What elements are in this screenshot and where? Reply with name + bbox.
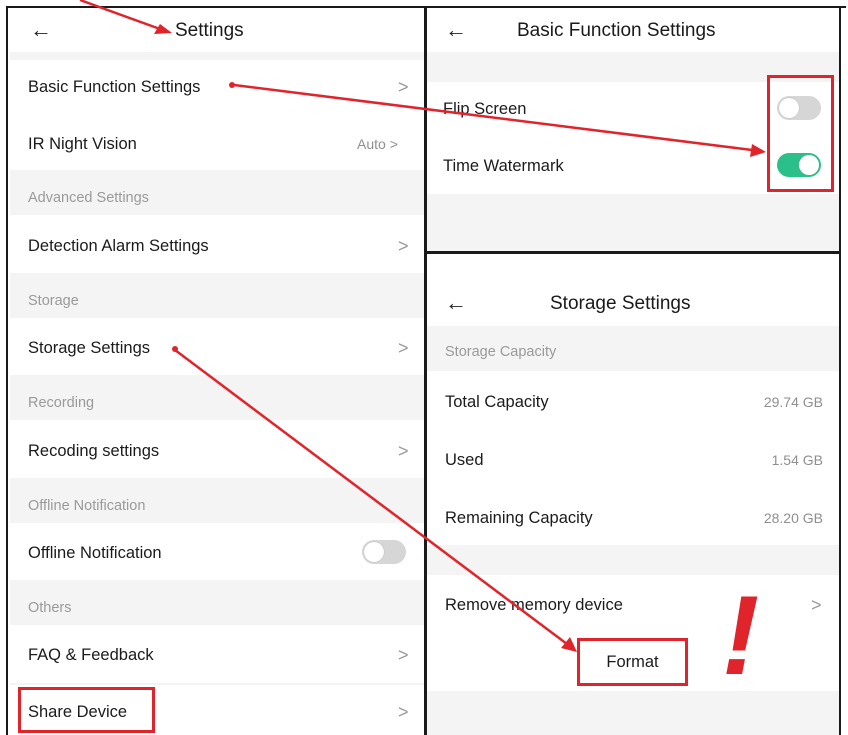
panel-border-middle — [424, 6, 427, 735]
row-label: Basic Function Settings — [28, 78, 201, 96]
section-header-advanced: Advanced Settings — [10, 170, 424, 215]
row-label: Used — [445, 451, 484, 469]
back-arrow-icon[interactable]: ← — [445, 292, 467, 314]
panel-border-left — [6, 6, 8, 735]
total-capacity-row: Total Capacity 29.74 GB — [427, 371, 839, 429]
row-label: Offline Notification — [28, 544, 162, 562]
row-label: Detection Alarm Settings — [28, 237, 209, 255]
basic-function-settings-row[interactable]: Basic Function Settings > — [10, 60, 424, 117]
chevron-right-icon: > — [398, 77, 409, 97]
section-label: Storage Capacity — [445, 344, 557, 360]
page-title: Basic Function Settings — [517, 20, 716, 41]
row-label: IR Night Vision — [28, 135, 137, 153]
row-label: Remaining Capacity — [445, 509, 593, 527]
remaining-capacity-value: 28.20 GB — [763, 510, 823, 526]
used-value: 1.54 GB — [771, 452, 823, 468]
settings-panel: ← Settings Basic Function Settings > IR … — [10, 8, 424, 735]
row-label: Flip Screen — [443, 100, 527, 118]
section-label: Offline Notification — [28, 498, 146, 514]
ir-value: Auto > — [357, 136, 398, 152]
chevron-right-icon: > — [811, 595, 822, 615]
chevron-right-icon: > — [398, 338, 409, 358]
recording-settings-row[interactable]: Recoding settings > — [10, 420, 424, 478]
toggle-highlight-box — [767, 75, 834, 192]
ir-night-vision-row[interactable]: IR Night Vision Auto > — [10, 117, 424, 170]
divider-band — [427, 545, 839, 575]
panel-border-right — [839, 6, 841, 735]
row-label: Storage Settings — [28, 339, 150, 357]
toggle-knob — [364, 542, 384, 562]
divider-band — [10, 52, 424, 60]
share-device-highlight-box — [18, 687, 155, 733]
remove-memory-device-row[interactable]: Remove memory device > — [427, 575, 839, 635]
row-label: Time Watermark — [443, 157, 564, 175]
section-label: Recording — [28, 395, 95, 411]
storage-settings-row[interactable]: Storage Settings > — [10, 318, 424, 375]
format-button[interactable]: Format — [577, 638, 688, 686]
page-title: Storage Settings — [550, 293, 691, 314]
section-header-capacity: Storage Capacity — [427, 326, 839, 371]
section-header-offline: Offline Notification — [10, 478, 424, 523]
back-arrow-icon[interactable]: ← — [30, 19, 52, 41]
row-label: Remove memory device — [445, 596, 623, 614]
offline-notification-toggle[interactable] — [362, 540, 406, 564]
page-title: Settings — [175, 20, 244, 41]
used-row: Used 1.54 GB — [427, 429, 839, 487]
panel-border-split — [424, 251, 841, 254]
divider-band — [427, 691, 839, 735]
row-label: FAQ & Feedback — [28, 646, 154, 664]
divider-band — [427, 194, 839, 251]
faq-feedback-row[interactable]: FAQ & Feedback > — [10, 625, 424, 683]
offline-notification-row: Offline Notification — [10, 523, 424, 580]
chevron-right-icon: > — [398, 236, 409, 256]
section-label: Advanced Settings — [28, 190, 149, 206]
format-label: Format — [606, 652, 659, 671]
section-header-recording: Recording — [10, 375, 424, 420]
section-label: Others — [28, 600, 72, 616]
chevron-right-icon: > — [398, 702, 409, 722]
section-header-storage: Storage — [10, 273, 424, 318]
total-capacity-value: 29.74 GB — [763, 394, 823, 410]
detection-alarm-settings-row[interactable]: Detection Alarm Settings > — [10, 215, 424, 273]
row-label: Total Capacity — [445, 393, 549, 411]
exclamation-mark: ! — [722, 573, 760, 698]
chevron-right-icon: > — [398, 441, 409, 461]
chevron-right-icon: > — [398, 645, 409, 665]
back-arrow-icon[interactable]: ← — [445, 19, 467, 41]
remaining-capacity-row: Remaining Capacity 28.20 GB — [427, 487, 839, 545]
section-header-others: Others — [10, 580, 424, 625]
row-label: Recoding settings — [28, 442, 160, 460]
section-label: Storage — [28, 293, 79, 309]
